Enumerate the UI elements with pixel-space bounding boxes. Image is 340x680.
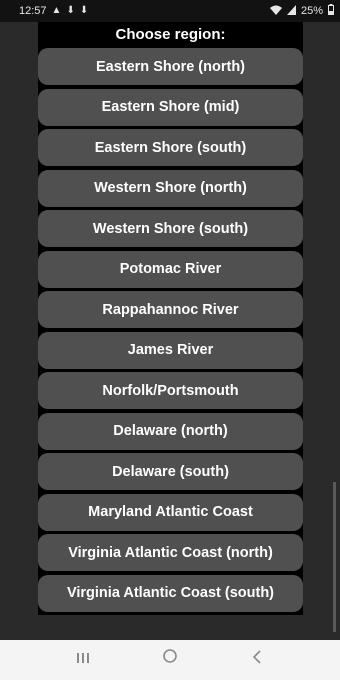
dialog-title: Choose region: — [115, 26, 226, 43]
status-right: 25% — [269, 4, 334, 18]
status-bar: 12:57 ▲ ⬇ ⬇ 25% — [0, 0, 340, 22]
region-item-virginia-atlantic-coast-north[interactable]: Virginia Atlantic Coast (north) — [38, 534, 303, 571]
scrollbar[interactable] — [333, 482, 336, 632]
region-item-james-river[interactable]: James River — [38, 331, 303, 369]
region-item-delaware-north[interactable]: Delaware (north) — [38, 412, 303, 450]
region-item-eastern-shore-mid[interactable]: Eastern Shore (mid) — [38, 88, 303, 126]
battery-icon — [328, 4, 334, 18]
status-left: 12:57 ▲ ⬇ ⬇ — [19, 5, 88, 17]
back-icon[interactable] — [237, 640, 277, 680]
region-item-eastern-shore-south[interactable]: Eastern Shore (south) — [38, 129, 303, 166]
region-item-potomac-river[interactable]: Potomac River — [38, 250, 303, 288]
region-item-western-shore-north[interactable]: Western Shore (north) — [38, 169, 303, 207]
region-item-norfolk-portsmouth[interactable]: Norfolk/Portsmouth — [38, 372, 303, 409]
recents-icon[interactable] — [63, 640, 103, 680]
navigation-bar — [0, 640, 340, 680]
wifi-icon — [269, 5, 282, 18]
region-item-eastern-shore-north[interactable]: Eastern Shore (north) — [38, 48, 303, 85]
region-list: Eastern Shore (north) Eastern Shore (mid… — [38, 48, 303, 615]
region-item-virginia-atlantic-coast-south[interactable]: Virginia Atlantic Coast (south) — [38, 574, 303, 612]
warning-icon: ▲ — [51, 5, 62, 16]
region-item-rappahannoc-river[interactable]: Rappahannoc River — [38, 291, 303, 328]
region-dialog: Choose region: Eastern Shore (north) Eas… — [38, 22, 303, 615]
region-item-maryland-atlantic-coast[interactable]: Maryland Atlantic Coast — [38, 493, 303, 531]
signal-icon — [286, 4, 296, 18]
home-icon[interactable] — [150, 640, 190, 680]
battery-percent: 25% — [300, 5, 323, 17]
download-icon: ⬇ — [79, 5, 89, 16]
status-time: 12:57 — [19, 5, 47, 17]
download-icon: ⬇ — [66, 5, 75, 16]
region-item-western-shore-south[interactable]: Western Shore (south) — [38, 210, 303, 247]
region-item-delaware-south[interactable]: Delaware (south) — [38, 453, 303, 490]
